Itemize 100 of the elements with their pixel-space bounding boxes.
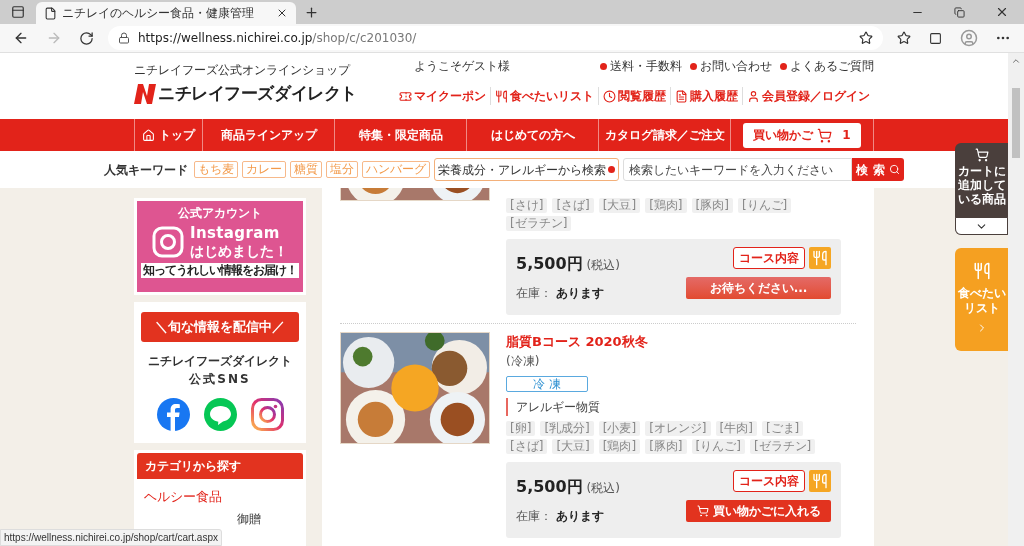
info-link[interactable]: 送料・手数料 bbox=[600, 57, 682, 75]
nutrition-search-button[interactable]: 栄養成分・アレルギーから検索 bbox=[434, 158, 619, 181]
home-icon bbox=[142, 128, 155, 142]
utensils-icon bbox=[495, 89, 508, 103]
browser-tab[interactable]: ニチレイのヘルシー食品・健康管理 bbox=[36, 2, 296, 24]
clock-icon bbox=[603, 89, 616, 103]
price: 5,500円 bbox=[516, 475, 583, 498]
sns-banner-button[interactable]: ＼旬な情報を配信中／ bbox=[141, 312, 299, 342]
allergen-tag: [卵] bbox=[506, 420, 536, 436]
scroll-thumb[interactable] bbox=[1012, 88, 1020, 158]
stock-status: あります bbox=[556, 285, 604, 302]
waiting-button[interactable]: お待ちください... bbox=[686, 277, 831, 299]
profile-icon[interactable] bbox=[960, 29, 978, 47]
shop-logo[interactable]: ニチレイフーズダイレクト bbox=[134, 81, 364, 107]
stock-label: 在庫： bbox=[516, 285, 552, 302]
add-to-cart-button[interactable]: 買い物かごに入れる bbox=[686, 499, 831, 522]
allergen-tag: [ごま] bbox=[761, 420, 804, 436]
user-icon bbox=[747, 89, 760, 103]
search-button[interactable]: 検 索 bbox=[852, 158, 904, 181]
stock-status: あります bbox=[556, 507, 604, 525]
allergen-tag: [鶏肉] bbox=[645, 198, 687, 213]
collections-icon[interactable] bbox=[929, 31, 942, 45]
instagram-icon bbox=[152, 226, 184, 258]
address-field[interactable]: https://wellness.nichirei.co.jp/shop/c/c201030/ bbox=[108, 26, 883, 50]
ticket-icon bbox=[399, 89, 412, 103]
allergen-tag: [さけ] bbox=[506, 198, 548, 213]
search-field[interactable]: 検索したいキーワードを入力ください bbox=[623, 158, 852, 181]
category-link[interactable]: ヘルシー食品 bbox=[137, 487, 303, 507]
document-icon bbox=[675, 89, 688, 103]
allergen-tag: [さば] bbox=[552, 198, 594, 213]
price: 5,500円 bbox=[516, 253, 583, 275]
account-link[interactable]: 購入履歴 bbox=[670, 87, 742, 105]
banner-title: Instagram bbox=[190, 224, 281, 242]
allergen-tag: [ゼラチン] bbox=[506, 216, 572, 231]
allergen-tag: [鶏肉] bbox=[598, 438, 641, 454]
frozen-badge: 冷 凍 bbox=[506, 375, 588, 392]
scrollbar[interactable] bbox=[1008, 53, 1024, 546]
cart-icon bbox=[696, 504, 709, 517]
banner-caption: 公式アカウント bbox=[178, 205, 262, 222]
banner-ribbon: 知ってうれしい情報をお届け！ bbox=[141, 263, 299, 278]
facebook-icon[interactable] bbox=[156, 398, 190, 431]
favorite-icon[interactable] bbox=[859, 31, 873, 45]
cart-button[interactable]: 買い物かご 1 bbox=[743, 122, 861, 148]
allergen-tag: [りんご] bbox=[691, 438, 745, 454]
allergen-heading: アレルギー物質 bbox=[506, 397, 856, 416]
allergen-tag: [さば] bbox=[506, 438, 548, 454]
url-text: https://wellness.nichirei.co.jp/shop/c/c201030/ bbox=[138, 30, 417, 47]
tax-note: (税込) bbox=[586, 479, 620, 497]
cart-icon bbox=[974, 148, 989, 162]
info-link[interactable]: お問い合わせ bbox=[690, 57, 772, 75]
product-note: (冷凍) bbox=[506, 352, 541, 370]
banner-subtitle: はじめました！ bbox=[190, 242, 288, 260]
allergen-tag: [りんご] bbox=[737, 198, 792, 213]
category-heading: カテゴリから探す bbox=[137, 453, 303, 479]
tab-title: ニチレイのヘルシー食品・健康管理 bbox=[62, 5, 255, 22]
keywords-label: 人気キーワード bbox=[104, 161, 188, 179]
tab-actions-icon[interactable] bbox=[11, 5, 25, 19]
course-button[interactable]: コース内容 bbox=[733, 247, 805, 269]
account-link[interactable]: 閲覧履歴 bbox=[598, 87, 670, 105]
sns-name: ニチレイフーズダイレクト bbox=[148, 353, 292, 370]
allergen-tag: [豚肉] bbox=[645, 438, 687, 454]
logo-mark-icon bbox=[134, 83, 156, 104]
scroll-up-icon[interactable] bbox=[1011, 56, 1021, 66]
utensils-icon bbox=[812, 472, 828, 489]
account-link[interactable]: 食べたいリスト bbox=[490, 87, 598, 105]
shop-caption: ニチレイフーズ公式オンラインショップ bbox=[134, 62, 352, 79]
allergen-tag: [小麦] bbox=[598, 420, 641, 436]
course-button[interactable]: コース内容 bbox=[733, 469, 805, 492]
close-icon[interactable] bbox=[995, 5, 1009, 19]
instagram-icon[interactable] bbox=[250, 398, 284, 431]
account-link[interactable]: マイクーポン bbox=[395, 87, 490, 105]
category-link[interactable]: 御贈 bbox=[237, 509, 261, 528]
allergen-tag: [乳成分] bbox=[540, 420, 594, 436]
restore-icon[interactable] bbox=[954, 7, 965, 18]
cart-contents-tab[interactable]: カートに追加している商品 bbox=[955, 143, 1008, 235]
reload-icon[interactable] bbox=[79, 30, 94, 46]
allergen-tag: [ゼラチン] bbox=[749, 438, 816, 454]
product-title[interactable]: 脂質Bコース 2020秋冬 bbox=[506, 332, 856, 352]
instagram-banner[interactable]: 公式アカウント Instagram はじめました！ 知ってうれしい情報をお届け！ bbox=[134, 198, 306, 295]
new-tab-icon[interactable] bbox=[304, 5, 319, 20]
page-icon bbox=[44, 6, 57, 20]
stock-label: 在庫： bbox=[516, 507, 552, 525]
allergen-tag: [オレンジ] bbox=[645, 420, 711, 436]
welcome-text: ようこそゲスト様 bbox=[414, 58, 510, 75]
close-icon[interactable] bbox=[276, 7, 288, 19]
lock-icon bbox=[118, 32, 130, 44]
utensils-icon bbox=[812, 250, 828, 266]
account-link[interactable]: 会員登録／ログイン bbox=[742, 87, 874, 105]
allergen-tag: [豚肉] bbox=[691, 198, 733, 213]
allergen-tag: [大豆] bbox=[598, 198, 641, 213]
search-icon bbox=[888, 164, 900, 175]
allergen-tag: [牛肉] bbox=[715, 420, 757, 436]
tax-note: (税込) bbox=[586, 257, 620, 274]
back-icon[interactable] bbox=[13, 30, 29, 46]
status-url: https://wellness.nichirei.co.jp/shop/cart/cart.aspx bbox=[0, 529, 222, 546]
favorites-icon[interactable] bbox=[897, 31, 911, 45]
allergen-tag: [大豆] bbox=[552, 438, 594, 454]
info-link[interactable]: よくあるご質問 bbox=[780, 57, 874, 75]
sns-caption: 公式SNS bbox=[189, 371, 251, 388]
cart-icon bbox=[817, 127, 833, 143]
